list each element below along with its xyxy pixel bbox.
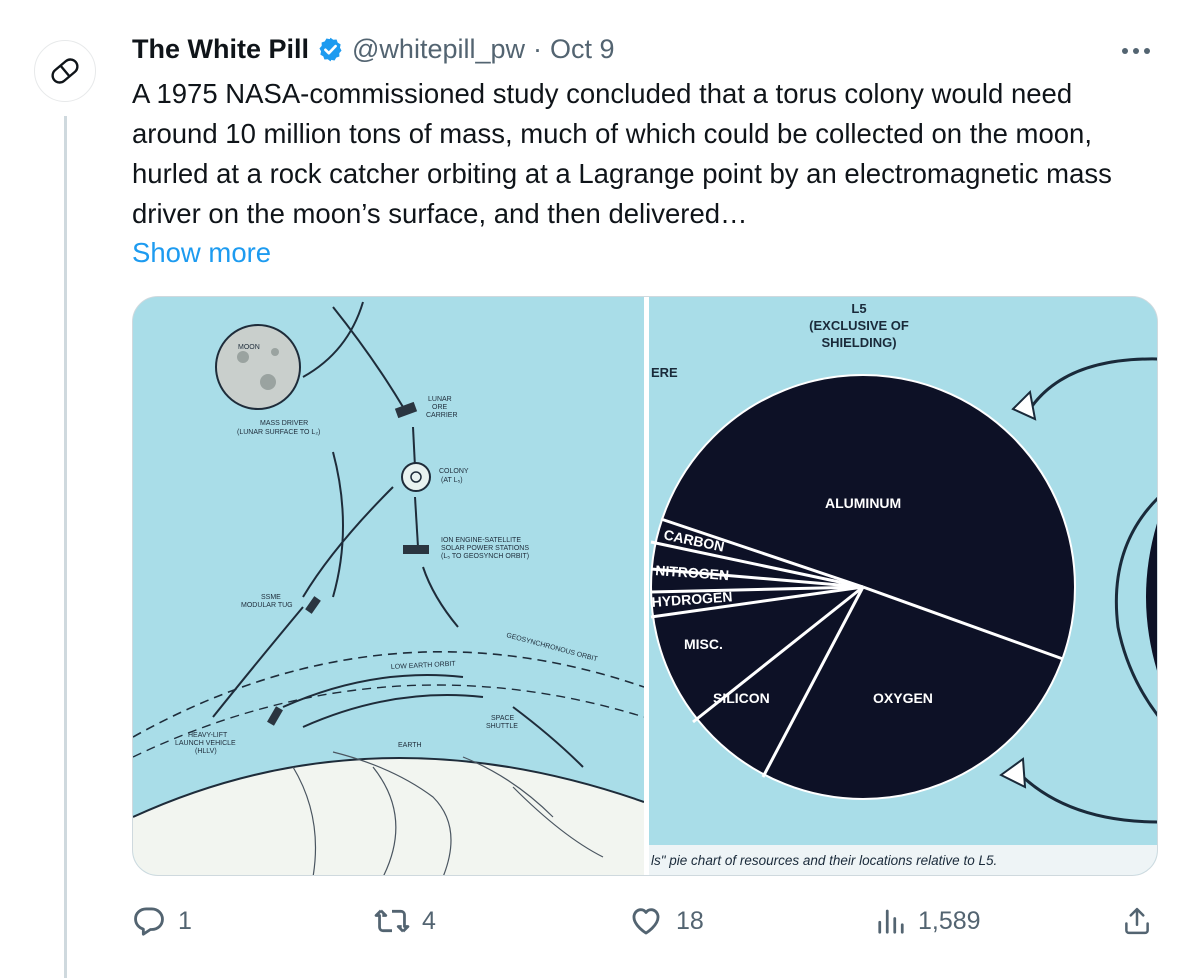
retweet-icon	[374, 909, 410, 933]
left-image-diagram[interactable]: MOON MASS DRIVER (LUNAR SURFACE TO L₂) L…	[133, 297, 645, 876]
pill-icon	[51, 58, 79, 84]
pie-label-aluminum: ALUMINUM	[825, 495, 901, 511]
reply-button[interactable]: 1	[132, 896, 192, 946]
like-count: 18	[676, 906, 704, 935]
moon-shape	[215, 324, 301, 410]
pie-caption: ls" pie chart of resources and their loc…	[651, 853, 997, 868]
tweet-actions: 1 4 18 1,589	[132, 896, 1162, 946]
media-divider	[644, 297, 649, 875]
tweet-date[interactable]: Oct 9	[550, 34, 615, 65]
retweet-count: 4	[422, 906, 436, 935]
author-name[interactable]: The White Pill	[132, 34, 309, 65]
ion-engine-label-3: (L₅ TO GEOSYNCH ORBIT)	[441, 553, 529, 560]
shuttle-label-1: SPACE	[491, 715, 515, 722]
lunar-ore-carrier-label-2: ORE	[432, 404, 448, 411]
tweet-header: The White Pill @whitepill_pw · Oct 9	[132, 30, 615, 68]
like-button[interactable]: 18	[628, 896, 704, 946]
thread-line	[64, 116, 67, 978]
hllv-label-1: HEAVY-LIFT	[188, 732, 228, 739]
more-button[interactable]	[1116, 36, 1156, 66]
pie-label-silicon: SILICON	[713, 690, 770, 706]
mass-driver-label-2: (LUNAR SURFACE TO L₂)	[237, 429, 320, 436]
ssme-label-1: SSME	[261, 594, 281, 601]
reply-icon	[134, 907, 164, 936]
mass-driver-label-1: MASS DRIVER	[260, 420, 308, 427]
hllv-label-3: (HLLV)	[195, 748, 217, 755]
pie-label-misc: MISC.	[684, 636, 723, 652]
separator-dot: ·	[533, 33, 542, 64]
share-icon	[1125, 907, 1149, 935]
right-image-pie[interactable]: L5 (EXCLUSIVE OF SHIELDING) ERE ALUMINUM…	[649, 297, 1158, 876]
earth-label: EARTH	[398, 742, 422, 749]
author-handle[interactable]: @whitepill_pw	[352, 34, 525, 65]
views-chart-icon	[878, 909, 904, 934]
reply-count: 1	[178, 906, 192, 935]
moon-label: MOON	[238, 344, 260, 351]
ssme-label-2: MODULAR TUG	[241, 602, 293, 609]
colony-label-1: COLONY	[439, 468, 469, 475]
pie-label-oxygen: OXYGEN	[873, 690, 933, 706]
ion-engine-label-2: SOLAR POWER STATIONS	[441, 545, 529, 552]
share-button[interactable]	[1122, 896, 1152, 946]
corner-text: ERE	[651, 365, 678, 380]
colony-label-2: (AT L₅)	[441, 477, 463, 484]
tweet-media[interactable]: MOON MASS DRIVER (LUNAR SURFACE TO L₂) L…	[132, 296, 1158, 876]
views-button[interactable]: 1,589	[876, 896, 981, 946]
l5-header-2: (EXCLUSIVE OF	[809, 318, 909, 333]
l5-header-3: SHIELDING)	[821, 335, 896, 350]
l5-header-1: L5	[851, 301, 866, 316]
avatar[interactable]	[34, 40, 96, 102]
heart-icon	[632, 908, 660, 935]
pie-chart: ALUMINUM CARBON NITROGEN HYDROGEN MISC. …	[650, 374, 1076, 800]
media-images: MOON MASS DRIVER (LUNAR SURFACE TO L₂) L…	[133, 297, 1158, 876]
show-more-link[interactable]: Show more	[132, 233, 271, 273]
lunar-ore-carrier-label-1: LUNAR	[428, 396, 452, 403]
hllv-label-2: LAUNCH VEHICLE	[175, 740, 236, 747]
views-count: 1,589	[918, 906, 981, 935]
ion-engine-label-1: ION ENGINE-SATELLITE	[441, 537, 521, 544]
lunar-ore-carrier-label-3: CARRIER	[426, 412, 458, 419]
verified-badge-icon	[319, 37, 342, 61]
shuttle-label-2: SHUTTLE	[486, 723, 518, 730]
tweet-text: A 1975 NASA-commissioned study concluded…	[132, 78, 1112, 229]
more-horizontal-icon	[1122, 48, 1150, 54]
retweet-button[interactable]: 4	[374, 896, 436, 946]
